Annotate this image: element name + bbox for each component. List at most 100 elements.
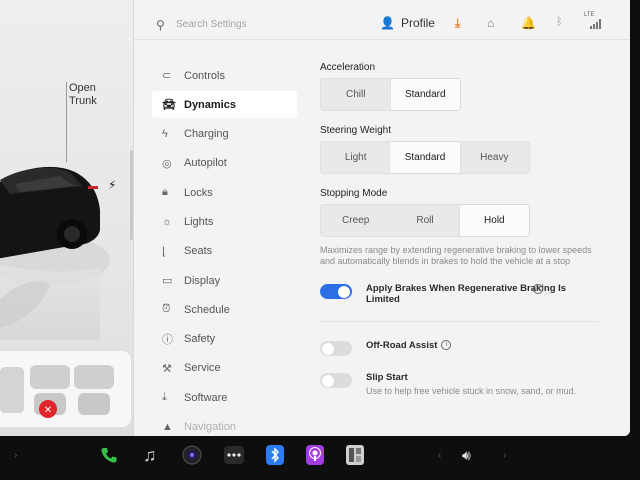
- nav-item-label: Safety: [184, 333, 216, 346]
- bottom-dock: › ♫ ‹ 🔊︎ ›: [0, 436, 640, 480]
- settings-top-bar: ⚲ 👤 Profile ⤓ ⌂ 🔔 ᛒ LTE: [134, 4, 630, 40]
- nav-item-service[interactable]: ⚒ Service: [152, 355, 297, 382]
- alarm-clock-icon: ⏰︎: [162, 303, 171, 316]
- nav-item-seats[interactable]: ⌊ Seats: [152, 238, 297, 265]
- toggle-knob: [322, 374, 334, 387]
- dynamics-content: Acceleration Chill Standard Steering Weig…: [320, 62, 610, 397]
- touchscreen: Open Trunk ⚡ ✕ ⚲ Search Settings 👤 Profi…: [0, 0, 630, 436]
- phone-icon[interactable]: [100, 444, 118, 466]
- info-icon[interactable]: i: [533, 284, 543, 294]
- steering-option-heavy[interactable]: Heavy: [460, 142, 529, 173]
- toggle-knob: [338, 285, 350, 298]
- nav-item-label: Service: [184, 362, 221, 375]
- section-divider: [320, 321, 598, 322]
- apply-brakes-toggle[interactable]: [320, 284, 352, 299]
- chevron-right-icon[interactable]: ›: [14, 444, 17, 466]
- open-trunk-label-line1: Open: [69, 82, 96, 94]
- person-icon: 👤: [380, 16, 395, 30]
- off-road-assist-toggle[interactable]: [320, 341, 352, 356]
- nav-item-label: Controls: [184, 69, 225, 82]
- bell-icon[interactable]: 🔔: [521, 16, 536, 30]
- nav-item-label: Navigation: [184, 421, 236, 434]
- stopping-mode-selector: Creep Roll Hold: [320, 204, 530, 237]
- stopping-mode-description: Maximizes range by extending regenerativ…: [320, 245, 592, 266]
- acceleration-title: Acceleration: [320, 62, 376, 73]
- chevron-left-icon[interactable]: ‹: [438, 444, 441, 466]
- settings-nav: ⊂ Controls 🚘︎ Dynamics ϟ Charging ◎ Autopilot 🔒︎…: [152, 62, 297, 436]
- apply-brakes-row: Apply Brakes When Regenerative Braking I…: [320, 283, 610, 305]
- profile-label: Profile: [400, 16, 435, 30]
- nav-item-label: Software: [184, 391, 228, 404]
- chevron-right-icon[interactable]: ›: [503, 444, 506, 466]
- toggle-knob: [322, 342, 334, 355]
- car-icon: 🚘︎: [162, 99, 176, 112]
- car-pane-scrollbar[interactable]: [130, 150, 133, 240]
- download-icon[interactable]: ⤓: [455, 16, 460, 31]
- bluetooth-icon[interactable]: [266, 444, 284, 466]
- search-icon: ⚲: [156, 18, 165, 32]
- stopping-option-roll[interactable]: Roll: [390, 205, 459, 236]
- nav-item-autopilot[interactable]: ◎ Autopilot: [152, 150, 297, 177]
- display-icon: ▭: [162, 275, 173, 288]
- music-icon[interactable]: ♫: [143, 444, 157, 466]
- volume-icon[interactable]: 🔊︎: [462, 444, 471, 466]
- nav-item-label: Dynamics: [184, 98, 236, 111]
- signal-strength-icon: [590, 18, 602, 32]
- nav-item-dynamics[interactable]: 🚘︎ Dynamics: [152, 91, 297, 119]
- nav-item-navigation[interactable]: ▲ Navigation: [152, 414, 297, 436]
- nav-item-controls[interactable]: ⊂ Controls: [152, 62, 297, 89]
- slip-start-row: Slip Start Use to help free vehicle stuc…: [320, 372, 610, 397]
- open-trunk-button[interactable]: Open Trunk: [69, 82, 129, 108]
- nav-item-label: Lights: [184, 215, 214, 228]
- toybox-icon[interactable]: [346, 444, 364, 466]
- slip-start-label: Slip Start: [366, 372, 408, 383]
- settings-panel: ⚲ 👤 Profile ⤓ ⌂ 🔔 ᛒ LTE ⊂ Controls 🚘︎ Dynam…: [134, 0, 630, 436]
- nav-item-label: Display: [184, 274, 221, 287]
- acceleration-option-standard[interactable]: Standard: [390, 79, 460, 110]
- toggle-icon: ⊂: [162, 70, 172, 82]
- off-road-assist-label: Off-Road Assist: [366, 340, 438, 351]
- steering-weight-title: Steering Weight: [320, 125, 391, 136]
- nav-item-display[interactable]: ▭ Display: [152, 267, 297, 294]
- seat-map-image: ✕: [0, 365, 114, 418]
- nav-item-locks[interactable]: 🔒︎ Locks: [152, 179, 297, 206]
- acceleration-selector: Chill Standard: [320, 78, 461, 111]
- bluetooth-status-icon: ᛒ: [556, 16, 563, 28]
- stopping-mode-title: Stopping Mode: [320, 188, 388, 199]
- download-icon: ⤓: [162, 391, 167, 404]
- open-trunk-label-line2: Trunk: [69, 95, 97, 107]
- nav-item-lights[interactable]: ☼ Lights: [152, 208, 297, 235]
- steering-option-standard[interactable]: Standard: [390, 142, 460, 173]
- nav-item-software[interactable]: ⤓ Software: [152, 384, 297, 411]
- nav-item-label: Locks: [184, 186, 213, 199]
- nav-item-schedule[interactable]: ⏰︎ Schedule: [152, 296, 297, 323]
- acceleration-option-chill[interactable]: Chill: [321, 79, 391, 110]
- more-icon[interactable]: [224, 444, 244, 466]
- alert-circle-icon: ⓘ: [162, 334, 173, 347]
- info-icon[interactable]: i: [441, 340, 452, 350]
- charge-port-icon[interactable]: ⚡: [108, 178, 116, 192]
- search-input[interactable]: [176, 15, 356, 33]
- nav-item-charging[interactable]: ϟ Charging: [152, 121, 297, 148]
- slip-start-toggle[interactable]: [320, 373, 352, 388]
- profile-button[interactable]: 👤 Profile: [380, 13, 435, 33]
- seat-icon: ⌊: [162, 245, 167, 258]
- nav-item-label: Autopilot: [184, 157, 227, 170]
- nav-item-label: Schedule: [184, 303, 230, 316]
- homelink-garage-icon[interactable]: ⌂: [487, 16, 494, 30]
- stopping-option-creep[interactable]: Creep: [321, 205, 390, 236]
- wrench-icon: ⚒: [162, 362, 172, 375]
- lock-icon: 🔒︎: [162, 186, 168, 199]
- sun-icon: ☼: [162, 215, 173, 228]
- steering-option-light[interactable]: Light: [321, 142, 390, 173]
- camera-icon[interactable]: [182, 444, 202, 466]
- seat-heater-card[interactable]: ✕: [0, 350, 132, 428]
- steering-weight-selector: Light Standard Heavy: [320, 141, 530, 174]
- car-render-image: [0, 166, 110, 340]
- car-visualization-pane: Open Trunk ⚡ ✕: [0, 0, 134, 436]
- stopping-option-hold[interactable]: Hold: [459, 205, 529, 236]
- svg-text:✕: ✕: [44, 405, 52, 416]
- podcasts-icon[interactable]: [306, 444, 324, 466]
- slip-start-text: Slip Start Use to help free vehicle stuc…: [366, 372, 576, 397]
- nav-item-safety[interactable]: ⓘ Safety: [152, 326, 297, 353]
